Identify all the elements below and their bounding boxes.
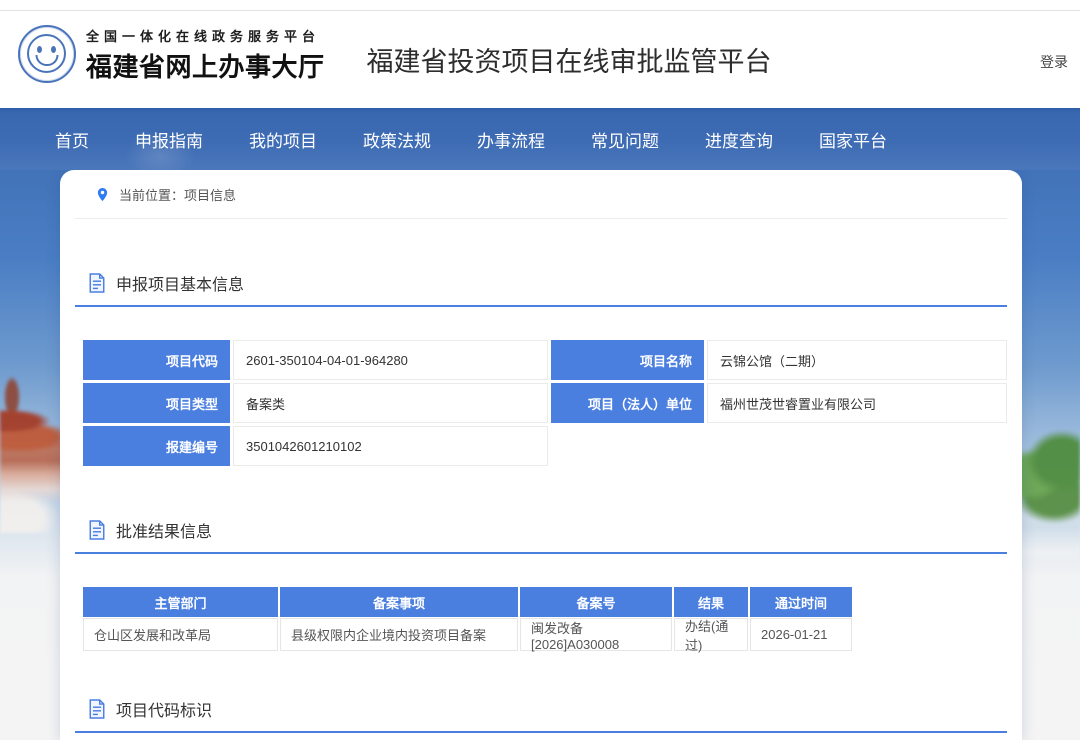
nav-item-faq[interactable]: 常见问题 xyxy=(591,127,659,152)
table-cell: 闽发改备[2026]A030008 xyxy=(520,618,672,651)
logo-text: 全国一体化在线政务服务平台 福建省网上办事大厅 xyxy=(86,26,325,84)
field-value: 2601-350104-04-01-964280 xyxy=(233,340,548,380)
empty-cell xyxy=(707,426,1007,466)
field-label: 报建编号 xyxy=(83,426,230,466)
breadcrumb-label: 当前位置：项目信息 xyxy=(119,185,236,204)
field-label: 项目类型 xyxy=(83,383,230,423)
table-row: 仓山区发展和改革局 县级权限内企业境内投资项目备案 闽发改备[2026]A030… xyxy=(83,618,852,651)
section-title-text: 项目代码标识 xyxy=(116,697,212,721)
section-title-project-code: 项目代码标识 xyxy=(75,697,1007,733)
section-title-text: 批准结果信息 xyxy=(116,518,212,542)
field-value: 3501042601210102 xyxy=(233,426,548,466)
table-cell: 县级权限内企业境内投资项目备案 xyxy=(280,618,518,651)
page-title: 福建省投资项目在线审批监管平台 xyxy=(367,40,772,79)
nav-item-national-platform[interactable]: 国家平台 xyxy=(819,127,887,152)
document-icon xyxy=(88,699,106,719)
nav-item-my-projects[interactable]: 我的项目 xyxy=(249,127,317,152)
section-title-text: 申报项目基本信息 xyxy=(116,271,244,295)
section-basic-info: 申报项目基本信息 项目代码 2601-350104-04-01-964280 项… xyxy=(60,271,1022,466)
nav-item-home[interactable]: 首页 xyxy=(55,127,89,152)
top-divider xyxy=(0,10,1080,11)
logo-bottom-line: 福建省网上办事大厅 xyxy=(86,47,325,84)
nav-item-declaration-guide[interactable]: 申报指南 xyxy=(135,127,203,152)
table-cell: 2026-01-21 xyxy=(750,618,852,651)
column-header: 结果 xyxy=(674,587,748,617)
trees-image xyxy=(1014,423,1080,573)
table-cell: 仓山区发展和改革局 xyxy=(83,618,278,651)
column-header: 备案事项 xyxy=(280,587,518,617)
column-header: 主管部门 xyxy=(83,587,278,617)
field-value: 福州世茂世睿置业有限公司 xyxy=(707,383,1007,423)
site-logo[interactable]: 全国一体化在线政务服务平台 福建省网上办事大厅 xyxy=(18,24,325,84)
field-value: 云锦公馆（二期） xyxy=(707,340,1007,380)
login-link[interactable]: 登录 xyxy=(1040,52,1068,72)
location-pin-icon xyxy=(95,187,110,202)
field-value: 备案类 xyxy=(233,383,548,423)
smiley-face-icon xyxy=(27,34,66,73)
table-header-row: 主管部门 备案事项 备案号 结果 通过时间 xyxy=(83,587,852,617)
document-icon xyxy=(88,273,106,293)
logo-top-line: 全国一体化在线政务服务平台 xyxy=(86,26,325,45)
nav-item-policies[interactable]: 政策法规 xyxy=(363,127,431,152)
main-nav: 首页 申报指南 我的项目 政策法规 办事流程 常见问题 进度查询 国家平台 xyxy=(0,108,1080,170)
nav-item-process[interactable]: 办事流程 xyxy=(477,127,545,152)
column-header: 通过时间 xyxy=(750,587,852,617)
column-header: 备案号 xyxy=(520,587,672,617)
nav-item-progress-query[interactable]: 进度查询 xyxy=(705,127,773,152)
field-label: 项目代码 xyxy=(83,340,230,380)
table-cell: 办结(通过) xyxy=(674,618,748,651)
site-header: 全国一体化在线政务服务平台 福建省网上办事大厅 福建省投资项目在线审批监管平台 … xyxy=(0,0,1080,108)
field-label: 项目名称 xyxy=(551,340,704,380)
section-approval-result: 批准结果信息 主管部门 备案事项 备案号 结果 通过时间 仓山区发展和改革局 县… xyxy=(60,518,1022,651)
document-icon xyxy=(88,520,106,540)
basic-info-table: 项目代码 2601-350104-04-01-964280 项目名称 云锦公馆（… xyxy=(83,340,1007,466)
section-title-approval-result: 批准结果信息 xyxy=(75,518,1007,554)
approval-result-table: 主管部门 备案事项 备案号 结果 通过时间 仓山区发展和改革局 县级权限内企业境… xyxy=(83,587,852,651)
logo-badge-icon xyxy=(18,25,76,83)
field-label: 项目（法人）单位 xyxy=(551,383,704,423)
section-project-code: 项目代码标识 xyxy=(60,697,1022,733)
empty-cell xyxy=(551,426,704,466)
breadcrumb: 当前位置：项目信息 xyxy=(75,170,1007,219)
temple-image xyxy=(0,333,64,533)
content-card: 当前位置：项目信息 申报项目基本信息 项目代码 2601-350104-04-0… xyxy=(60,170,1022,740)
section-title-basic-info: 申报项目基本信息 xyxy=(75,271,1007,307)
